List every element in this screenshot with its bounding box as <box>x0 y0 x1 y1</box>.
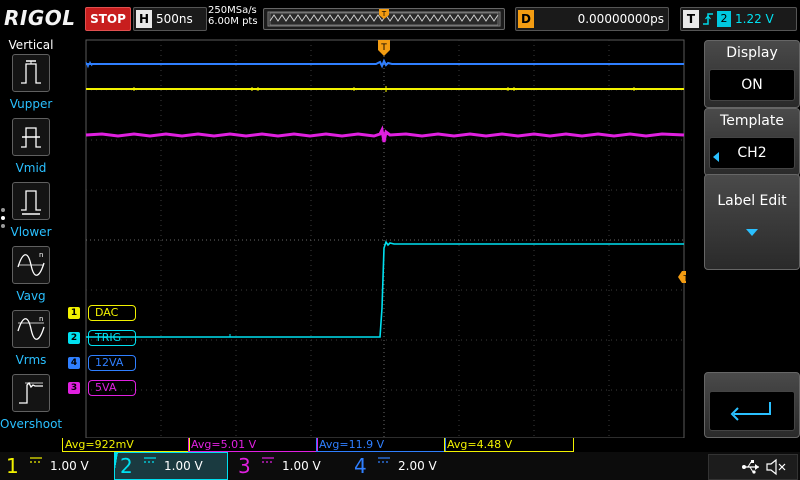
trigger-source: 2 <box>717 11 731 27</box>
ch4-scale: 2.00 V <box>398 459 437 473</box>
avg-measurement[interactable]: Avg=11.9 V <box>316 438 446 452</box>
measure-overshoot[interactable]: Overshoot <box>0 374 62 438</box>
ch4-trace <box>86 58 684 69</box>
measure-vlower[interactable]: Vlower <box>0 182 62 246</box>
ch2-scale: 1.00 V <box>164 459 203 473</box>
trigger-settings[interactable]: T 2 1.22 V <box>680 7 797 31</box>
measure-label: Vlower <box>10 225 52 239</box>
horizontal-badge: H <box>136 10 152 28</box>
usb-icon <box>741 458 761 480</box>
measure-label: Vmid <box>15 161 47 175</box>
memory-waveform-icon: T <box>267 9 501 27</box>
dc-coupling-icon <box>144 456 156 467</box>
vupper-measure-icon <box>12 54 50 92</box>
measure-label: Vavg <box>16 289 46 303</box>
measure-vavg[interactable]: n Vavg <box>0 246 62 310</box>
channel-status-bar: 1 1.00 V 2 1.00 V 3 1.00 V 4 2.00 V <box>0 452 800 480</box>
ch3-marker: 3 <box>68 382 80 394</box>
ch3-number: 3 <box>238 454 251 478</box>
down-arrow-icon <box>746 221 758 240</box>
ch3-scale: 1.00 V <box>282 459 321 473</box>
vrms-measure-icon: n <box>12 310 50 348</box>
graticule: T T <box>85 39 686 438</box>
dc-coupling-icon <box>30 456 42 467</box>
measurement-bar: Avg=922mV Avg=5.01 V Avg=11.9 V Avg=4.48… <box>62 438 686 452</box>
svg-text:n: n <box>39 315 43 323</box>
svg-text:T: T <box>380 43 387 53</box>
dc-coupling-icon <box>262 456 274 467</box>
ch3-status[interactable]: 3 1.00 V <box>232 452 344 480</box>
measure-label: Vupper <box>9 97 53 111</box>
ch1-marker: 1 <box>68 307 80 319</box>
vertical-measure-menu: Vertical Vupper Vmid Vlower n Vavg n Vrm… <box>0 38 62 448</box>
measure-label: Vrms <box>15 353 47 367</box>
display-value: ON <box>709 69 795 101</box>
return-icon <box>709 391 795 431</box>
overshoot-measure-icon <box>12 374 50 412</box>
ch1-status[interactable]: 1 1.00 V <box>0 452 112 480</box>
trigger-level-marker: T <box>678 271 686 283</box>
return-button[interactable] <box>704 372 800 438</box>
horizontal-delay[interactable]: D 0.00000000ps <box>515 7 669 31</box>
ch4-marker: 4 <box>68 357 80 369</box>
label-edit-title: Label Edit <box>717 193 787 209</box>
label-menu: Display ON Template CH2 Label Edit <box>702 38 800 448</box>
label-edit-button[interactable]: Label Edit <box>704 174 800 270</box>
svg-text:n: n <box>39 251 43 259</box>
avg-measurement[interactable]: Avg=922mV <box>62 438 190 452</box>
mute-speaker-icon[interactable] <box>765 458 787 480</box>
ch2-marker: 2 <box>68 332 80 344</box>
delay-value: 0.00000000ps <box>577 12 664 26</box>
measure-vrms[interactable]: n Vrms <box>0 310 62 374</box>
template-title: Template <box>720 113 784 129</box>
ch2-number: 2 <box>120 454 133 478</box>
menu-title: Vertical <box>8 38 54 52</box>
measure-vmid[interactable]: Vmid <box>0 118 62 182</box>
timebase-value: 500ns <box>156 12 193 26</box>
run-stop-indicator[interactable]: STOP <box>85 7 131 31</box>
sample-rate: 250MSa/s <box>208 5 257 16</box>
ch2-status[interactable]: 2 1.00 V <box>114 452 228 480</box>
dc-coupling-icon <box>378 456 390 467</box>
vmid-measure-icon <box>12 118 50 156</box>
svg-text:T: T <box>683 274 686 283</box>
trigger-badge: T <box>683 10 699 28</box>
ch2-label: TRIG <box>88 330 136 346</box>
trigger-position-marker: T <box>378 40 390 56</box>
measure-label: Overshoot <box>0 417 63 431</box>
ch3-trace <box>85 125 685 143</box>
avg-measurement[interactable]: Avg=5.01 V <box>188 438 318 452</box>
vavg-measure-icon: n <box>12 246 50 284</box>
avg-measurement[interactable]: Avg=4.48 V <box>444 438 574 452</box>
ch1-scale: 1.00 V <box>50 459 89 473</box>
page-dots-icon <box>0 206 6 234</box>
ch2-trace <box>86 240 684 338</box>
ch1-label: DAC <box>88 305 136 321</box>
vlower-measure-icon <box>12 182 50 220</box>
template-select[interactable]: Template CH2 <box>704 108 800 176</box>
status-tray <box>708 454 798 480</box>
display-toggle[interactable]: Display ON <box>704 40 800 108</box>
ch4-number: 4 <box>354 454 367 478</box>
svg-text:T: T <box>381 10 387 18</box>
rigol-logo: RIGOL <box>4 6 76 30</box>
top-status-bar: RIGOL STOP H 500ns 250MSa/s 6.00M pts T … <box>0 0 800 36</box>
template-value: CH2 <box>709 137 795 169</box>
ch4-status[interactable]: 4 2.00 V <box>348 452 460 480</box>
ch4-label: 12VA <box>88 355 136 371</box>
ch1-number: 1 <box>6 454 19 478</box>
waveform-display[interactable]: T T 1 DAC 2 TRIG 4 12VA 3 5VA <box>62 38 686 438</box>
rising-edge-icon <box>701 10 715 33</box>
memory-depth: 6.00M pts <box>208 16 258 27</box>
display-title: Display <box>726 45 778 61</box>
delay-badge: D <box>518 10 534 28</box>
trigger-level: 1.22 V <box>735 12 774 26</box>
acquisition-info: 250MSa/s 6.00M pts <box>208 5 258 27</box>
measure-vupper[interactable]: Vupper <box>0 54 62 118</box>
ch3-label: 5VA <box>88 380 136 396</box>
horizontal-timebase[interactable]: H 500ns <box>133 7 207 31</box>
memory-overview-bar[interactable]: T <box>263 8 505 30</box>
left-arrow-icon <box>713 147 719 166</box>
